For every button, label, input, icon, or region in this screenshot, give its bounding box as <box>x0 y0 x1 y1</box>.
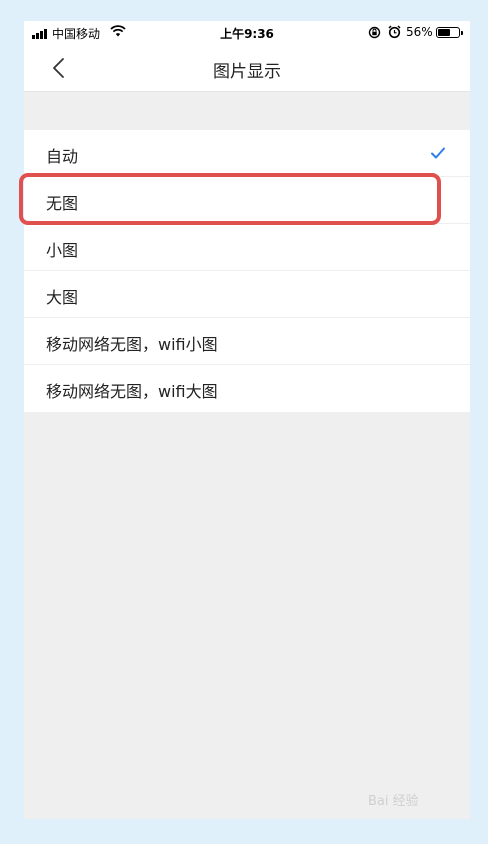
status-bar: 中国移动 上午9:36 56% <box>24 21 470 45</box>
option-mobile-none-wifi-small[interactable]: 移动网络无图，wifi小图 <box>24 318 470 365</box>
option-auto[interactable]: 自动 <box>24 130 470 177</box>
phone-screen: 中国移动 上午9:36 56% 图片显示 自动 无图 小图 大图 移动网络无图，… <box>24 21 470 819</box>
option-label: 大图 <box>46 288 79 307</box>
status-time: 上午9:36 <box>220 27 274 41</box>
option-label: 小图 <box>46 241 79 260</box>
option-small-image[interactable]: 小图 <box>24 224 470 271</box>
alarm-icon <box>388 25 401 42</box>
watermark: Bai 经验 <box>368 794 419 809</box>
option-label: 自动 <box>46 147 79 166</box>
highlight-annotation <box>19 173 441 225</box>
page-title: 图片显示 <box>213 62 281 82</box>
rotation-lock-icon <box>368 26 381 42</box>
option-large-image[interactable]: 大图 <box>24 271 470 318</box>
battery-icon <box>436 27 463 38</box>
option-mobile-none-wifi-large[interactable]: 移动网络无图，wifi大图 <box>24 365 470 412</box>
option-label: 移动网络无图，wifi小图 <box>46 335 218 354</box>
option-label: 移动网络无图，wifi大图 <box>46 382 218 401</box>
navigation-bar: 图片显示 <box>24 45 470 92</box>
checkmark-icon <box>430 145 446 164</box>
battery-percent: 56% <box>406 25 433 39</box>
